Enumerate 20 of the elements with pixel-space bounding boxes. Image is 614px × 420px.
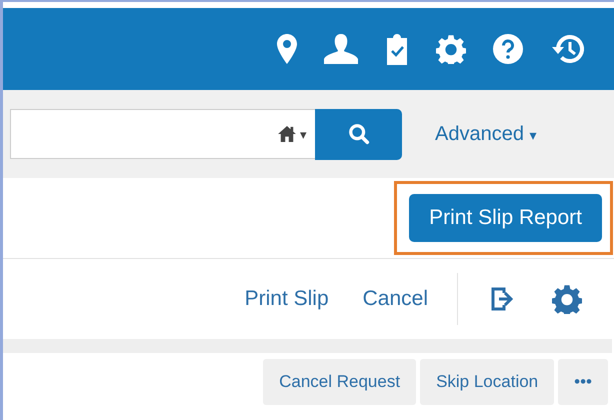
action-link[interactable]: Cancel xyxy=(346,287,445,311)
clipboard-check-icon[interactable] xyxy=(385,33,409,65)
search-field[interactable]: ▾ xyxy=(10,109,315,159)
advanced-search-link[interactable]: Advanced ▾ xyxy=(435,122,537,146)
home-icon xyxy=(278,126,296,142)
row-action-button[interactable]: Cancel Request xyxy=(263,359,416,405)
action-link[interactable]: Print Slip xyxy=(228,287,346,311)
print-slip-report-button[interactable]: Print Slip Report xyxy=(409,194,602,242)
settings-icon[interactable] xyxy=(552,284,582,314)
scope-caret[interactable]: ▾ xyxy=(300,126,307,142)
row-action-button[interactable]: Skip Location xyxy=(420,359,554,405)
export-icon[interactable] xyxy=(490,287,516,311)
history-icon[interactable] xyxy=(550,34,584,64)
help-icon[interactable] xyxy=(493,34,523,64)
row-action-button[interactable]: ••• xyxy=(558,359,608,405)
search-button[interactable] xyxy=(315,108,402,160)
search-icon xyxy=(348,123,370,145)
settings-icon[interactable] xyxy=(436,34,466,64)
user-icon[interactable] xyxy=(324,34,358,64)
location-pin-icon[interactable] xyxy=(277,34,297,64)
